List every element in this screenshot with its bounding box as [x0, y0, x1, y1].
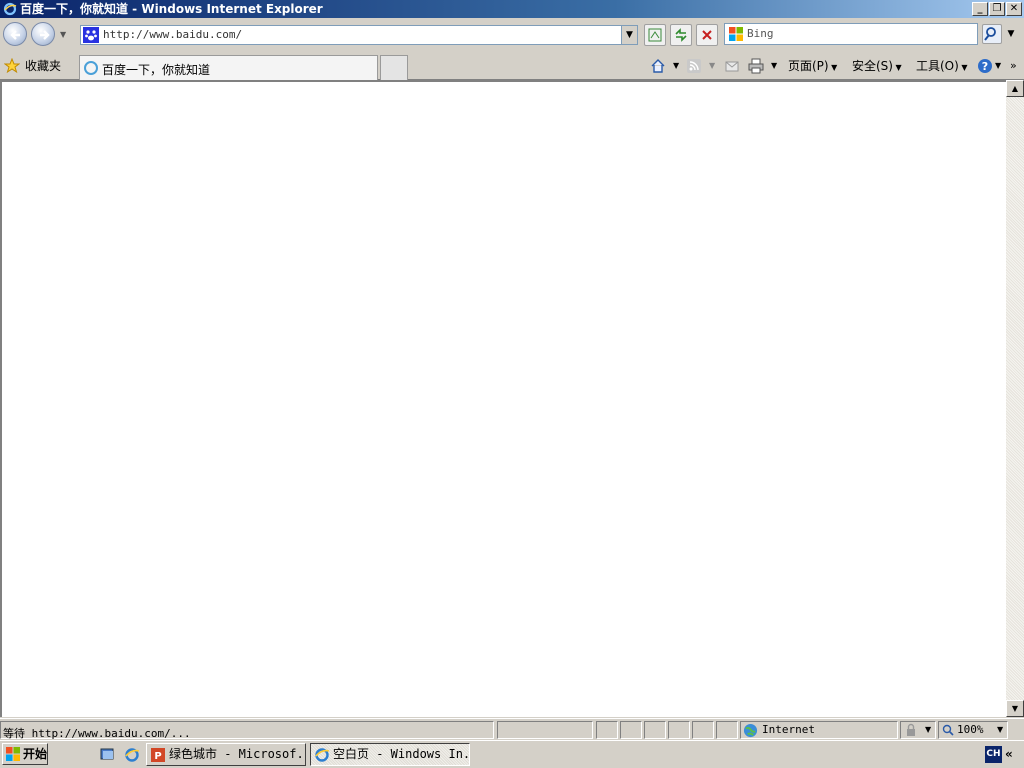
taskbar-button-ie[interactable]: 空白页 - Windows In... [310, 743, 470, 766]
zoom-level: 100% [957, 723, 984, 736]
security-zone-panel[interactable]: Internet [740, 721, 898, 739]
safety-menu-label: 安全(S) [852, 59, 893, 73]
search-options-dropdown[interactable]: ▼ [1004, 24, 1018, 44]
loading-icon [84, 61, 98, 75]
window-title: 百度一下，你就知道 - Windows Internet Explorer [20, 2, 323, 16]
status-panel [620, 721, 642, 739]
tab-label: 百度一下，你就知道 [102, 63, 211, 77]
zoom-magnifier-icon [942, 724, 954, 736]
progress-panel [497, 721, 593, 739]
forward-arrow-icon [40, 30, 50, 40]
compatibility-icon [648, 28, 662, 42]
url-text[interactable]: http://www.baidu.com/ [103, 28, 242, 41]
quick-launch-ie-icon[interactable] [124, 747, 140, 763]
read-mail-button[interactable] [724, 56, 742, 76]
tools-menu-label: 工具(O) [916, 59, 959, 73]
taskbar-button-powerpoint[interactable]: P 绿色城市 - Microsof... [146, 743, 306, 766]
scroll-up-button[interactable]: ▲ [1006, 80, 1024, 97]
page-content-area[interactable] [0, 80, 1006, 717]
start-button[interactable]: 开始 [2, 743, 48, 765]
taskbar-button-label: 绿色城市 - Microsof... [169, 747, 306, 761]
taskbar: 开始 P 绿色城市 - Microsof... 空白页 - Windows In… [0, 740, 1024, 768]
status-panel [644, 721, 666, 739]
back-arrow-icon [10, 30, 20, 40]
ie-logo-icon [3, 2, 17, 16]
language-indicator[interactable]: CH [985, 746, 1002, 763]
forward-button[interactable] [31, 22, 55, 46]
status-text-panel: 等待 http://www.baidu.com/... [0, 721, 494, 740]
refresh-icon [675, 28, 687, 42]
help-icon: ? [978, 59, 992, 73]
favorites-star-icon [4, 58, 20, 74]
status-panel [596, 721, 618, 739]
status-panel [668, 721, 690, 739]
baidu-paw-icon [83, 27, 99, 43]
taskbar-button-label: 空白页 - Windows In... [333, 747, 470, 761]
zoom-panel[interactable]: 100% ▼ [938, 721, 1008, 739]
ie-icon [315, 748, 330, 762]
home-icon [651, 59, 665, 73]
windows-logo-icon [6, 747, 20, 761]
stop-icon [702, 30, 712, 40]
mail-icon [725, 61, 739, 72]
title-bar[interactable]: 百度一下，你就知道 - Windows Internet Explorer _ … [0, 0, 1024, 18]
rss-feed-icon [687, 59, 701, 73]
vertical-scrollbar[interactable]: ▲ ▼ [1006, 80, 1024, 717]
printer-icon [748, 58, 764, 74]
scroll-down-button[interactable]: ▼ [1006, 700, 1024, 717]
compatibility-view-button[interactable] [644, 24, 666, 46]
minimize-button[interactable]: _ [972, 2, 988, 16]
print-button[interactable]: ▼ [748, 56, 782, 76]
restore-button[interactable]: ❐ [989, 2, 1005, 16]
help-button[interactable]: ? ▼ [977, 56, 1003, 76]
globe-icon [743, 723, 758, 738]
powerpoint-icon: P [151, 748, 165, 762]
refresh-button[interactable] [670, 24, 692, 46]
feeds-button[interactable]: ▼ [686, 56, 720, 76]
svg-text:P: P [154, 751, 161, 762]
start-label: 开始 [23, 747, 48, 761]
address-dropdown-button[interactable]: ▼ [621, 26, 637, 44]
tab-bar: 收藏夹 百度一下，你就知道 ▼ ▼ ▼ 页面(P) ▼ 安全(S) ▼ 工具(O… [0, 52, 1024, 80]
status-panel [716, 721, 738, 739]
home-button[interactable]: ▼ [650, 56, 684, 76]
more-commands-chevron-icon[interactable]: » [1010, 56, 1017, 76]
favorites-label: 收藏夹 [25, 59, 62, 73]
protected-mode-panel[interactable]: ▼ [900, 721, 936, 739]
page-menu[interactable]: 页面(P) ▼ [788, 56, 837, 76]
address-bar[interactable]: http://www.baidu.com/ ▼ [80, 25, 638, 45]
stop-button[interactable] [696, 24, 718, 46]
bing-logo-icon [729, 27, 743, 41]
search-placeholder: Bing [747, 27, 774, 40]
tools-menu[interactable]: 工具(O) ▼ [916, 56, 968, 76]
safety-menu[interactable]: 安全(S) ▼ [852, 56, 902, 76]
status-bar: 等待 http://www.baidu.com/... Internet ▼ 1… [0, 718, 1024, 740]
history-dropdown-icon[interactable]: ▼ [60, 30, 66, 39]
page-menu-label: 页面(P) [788, 59, 829, 73]
navigation-bar: ▼ http://www.baidu.com/ ▼ Bing ▼ [0, 18, 1024, 52]
search-icon [984, 27, 996, 41]
status-panel [692, 721, 714, 739]
tray-expand-chevron-icon[interactable]: « [1005, 747, 1013, 761]
back-button[interactable] [3, 22, 27, 46]
new-tab-button[interactable] [380, 55, 408, 80]
show-desktop-icon[interactable] [100, 747, 116, 763]
status-text: 等待 http://www.baidu.com/... [3, 727, 191, 740]
lock-icon [907, 723, 915, 736]
search-box[interactable]: Bing [724, 23, 978, 45]
search-button[interactable] [982, 24, 1002, 44]
zone-label: Internet [762, 723, 815, 736]
tab-baidu[interactable]: 百度一下，你就知道 [79, 55, 378, 80]
svg-text:?: ? [982, 60, 988, 73]
close-window-button[interactable]: ✕ [1006, 2, 1022, 16]
